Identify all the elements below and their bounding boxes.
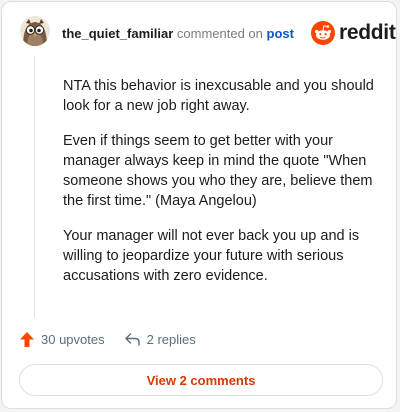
comment-paragraph: Your manager will not ever back you up a… [63,228,360,284]
comment-card: the_quiet_familiar commented on post red… [1,1,397,409]
reply-arrow-icon [124,333,140,346]
reddit-logo[interactable]: reddit [311,21,396,45]
upvote-count: 30 upvotes [41,332,105,347]
username-link[interactable]: the_quiet_familiar [62,26,173,41]
comment-paragraph: NTA this behavior is inexcusable and you… [63,78,374,114]
user-avatar[interactable] [20,16,50,46]
upvote-arrow-icon [20,332,34,347]
logo-text: reddit [339,21,396,44]
avatar-owl-icon [20,16,50,46]
reply-count: 2 replies [146,332,196,347]
view-comments-label: View 2 comments [146,372,256,388]
view-comments-button[interactable]: View 2 comments [19,364,383,396]
post-link[interactable]: post [267,26,294,41]
reddit-snoo-icon [311,21,335,45]
thread-line[interactable] [34,56,35,318]
comment-actions: 30 upvotes 2 replies [19,331,196,348]
upvote-button[interactable]: 30 upvotes [19,331,105,348]
comment-body: NTA this behavior is inexcusable and you… [63,76,381,301]
action-text: commented on [176,26,263,41]
comment-header: the_quiet_familiar commented on post [62,26,294,42]
comment-paragraph: Even if things seem to get better with y… [63,133,373,209]
reply-button[interactable]: 2 replies [124,332,196,347]
